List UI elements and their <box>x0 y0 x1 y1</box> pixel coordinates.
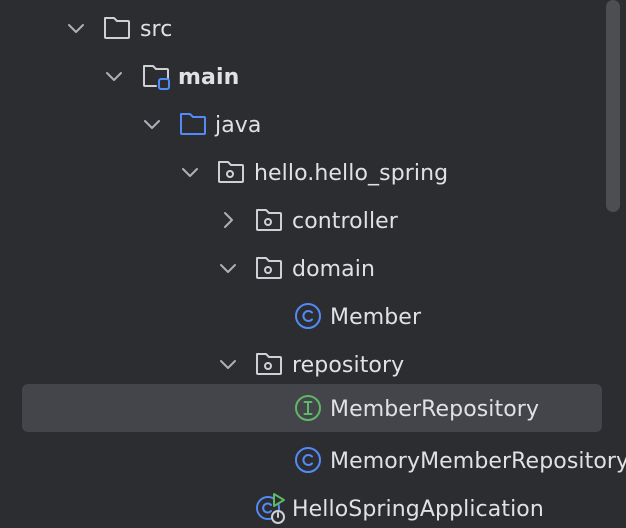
class-icon <box>295 447 321 473</box>
package-icon <box>256 209 282 231</box>
tree-item-java[interactable]: java <box>0 100 626 148</box>
chevron-down-icon[interactable] <box>64 16 88 40</box>
chevron-down-icon[interactable] <box>216 352 240 376</box>
tree-item-label: hello.hello_spring <box>254 161 449 186</box>
tree-item-label: MemoryMemberRepository <box>330 449 626 474</box>
package-icon <box>256 257 282 279</box>
class-icon <box>295 303 321 329</box>
sources-folder-icon <box>180 113 206 135</box>
vertical-scrollbar[interactable] <box>606 0 620 212</box>
spring-boot-application-icon <box>256 493 285 524</box>
tree-item-package-controller[interactable]: controller <box>0 196 626 244</box>
tree-item-label: Member <box>330 305 422 330</box>
package-icon <box>256 353 282 375</box>
source-root-folder-icon <box>143 65 170 90</box>
chevron-down-icon[interactable] <box>216 256 240 280</box>
chevron-down-icon[interactable] <box>178 160 202 184</box>
project-tree: src main java hello.hello_spring control… <box>0 0 626 528</box>
tree-item-label: MemberRepository <box>330 397 540 422</box>
tree-item-package-domain[interactable]: domain <box>0 244 626 292</box>
tree-item-class-member[interactable]: Member <box>0 292 626 340</box>
tree-item-package-hello-spring[interactable]: hello.hello_spring <box>0 148 626 196</box>
tree-item-src[interactable]: src <box>0 4 626 52</box>
interface-icon <box>295 395 321 421</box>
tree-item-package-repository[interactable]: repository <box>0 340 626 388</box>
tree-item-main[interactable]: main <box>0 52 626 100</box>
tree-item-class-memory-member-repository[interactable]: MemoryMemberRepository <box>0 436 626 484</box>
tree-item-label: HelloSpringApplication <box>292 497 544 522</box>
tree-item-label: main <box>178 65 240 90</box>
tree-item-label: domain <box>292 257 375 282</box>
chevron-down-icon[interactable] <box>102 64 126 88</box>
chevron-down-icon[interactable] <box>140 112 164 136</box>
tree-item-spring-application[interactable]: HelloSpringApplication <box>0 484 626 528</box>
tree-item-interface-member-repository[interactable]: MemberRepository <box>0 384 626 432</box>
tree-item-label: java <box>215 113 262 138</box>
tree-item-label: controller <box>292 209 398 234</box>
folder-icon <box>104 17 130 39</box>
chevron-right-icon[interactable] <box>216 208 240 232</box>
package-icon <box>218 161 244 183</box>
tree-item-label: src <box>140 17 173 42</box>
